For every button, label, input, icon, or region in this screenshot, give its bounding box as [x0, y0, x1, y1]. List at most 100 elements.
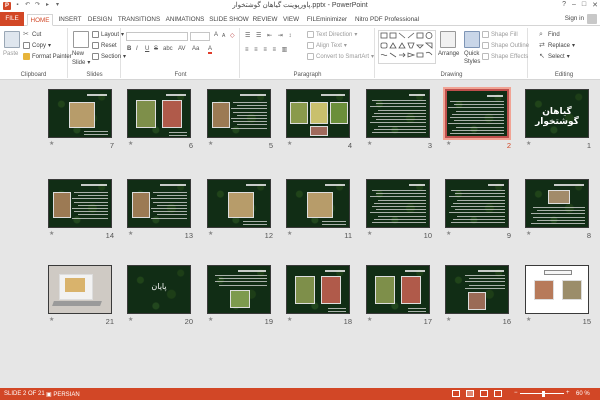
slide-thumbnail-7[interactable] [48, 89, 112, 138]
transition-star-icon[interactable]: ★ [128, 141, 134, 147]
select-button[interactable]: ↖ Select ▾ [539, 53, 570, 60]
new-slide-button[interactable]: New [72, 51, 84, 57]
transition-star-icon[interactable]: ★ [49, 231, 55, 237]
transition-star-icon[interactable]: ★ [128, 317, 134, 323]
slide-thumbnail-8[interactable] [525, 179, 589, 228]
slide-thumbnail-20[interactable]: پایان [127, 265, 191, 314]
slide-thumbnail-16[interactable] [445, 265, 509, 314]
slide-thumbnail-21[interactable] [48, 265, 112, 314]
transition-star-icon[interactable]: ★ [208, 141, 214, 147]
underline-button[interactable]: U [145, 46, 149, 52]
slide-thumbnail-6[interactable] [127, 89, 191, 138]
font-size-select[interactable] [190, 32, 210, 41]
transition-star-icon[interactable]: ★ [526, 141, 532, 147]
transition-star-icon[interactable]: ★ [287, 141, 293, 147]
tab-insert[interactable]: INSERT [57, 14, 83, 26]
slide-thumbnail-13[interactable] [127, 179, 191, 228]
tab-view[interactable]: VIEW [281, 14, 301, 26]
slide-thumbnail-19[interactable] [207, 265, 271, 314]
alignment-icons[interactable]: ≡ ≡ ≡ ≡ ▥ [245, 46, 289, 53]
paste-button[interactable]: Paste [3, 51, 18, 57]
tab-nitro-pdf[interactable]: Nitro PDF Professional [353, 14, 421, 26]
transition-star-icon[interactable]: ★ [526, 317, 532, 323]
zoom-level[interactable]: 60 % [576, 391, 590, 397]
close-button[interactable]: ✕ [592, 1, 598, 9]
slide-thumbnail-9[interactable] [445, 179, 509, 228]
slide-thumbnail-1[interactable]: گیاهان گوشتخوار [525, 89, 589, 138]
transition-star-icon[interactable]: ★ [208, 231, 214, 237]
zoom-slider-handle[interactable] [542, 391, 545, 397]
shrink-font-button[interactable]: A [222, 33, 225, 39]
slide-thumbnail-11[interactable] [286, 179, 350, 228]
slide-thumbnail-12[interactable] [207, 179, 271, 228]
transition-star-icon[interactable]: ★ [367, 317, 373, 323]
slide-thumbnail-5[interactable] [207, 89, 271, 138]
tab-home[interactable]: HOME [27, 14, 53, 26]
grow-font-button[interactable]: A [214, 32, 218, 38]
transition-star-icon[interactable]: ★ [128, 231, 134, 237]
section-button[interactable]: Section ▾ [92, 53, 126, 60]
tab-transitions[interactable]: TRANSITIONS [117, 14, 161, 26]
quick-styles-button[interactable]: Quick [464, 51, 479, 57]
reset-button[interactable]: Reset [92, 42, 117, 49]
normal-view-icon[interactable] [452, 390, 460, 397]
find-button[interactable]: ⌕ Find [539, 31, 560, 38]
new-slide-icon[interactable] [73, 31, 89, 48]
minimize-button[interactable]: – [572, 1, 576, 9]
tab-animations[interactable]: ANIMATIONS [163, 14, 207, 26]
paste-icon[interactable] [4, 31, 20, 48]
new-slide-button-line2[interactable]: Slide ▾ [72, 59, 90, 67]
format-painter-button[interactable]: Format Painter [23, 53, 72, 60]
convert-smartart-button[interactable]: Convert to SmartArt ▾ [307, 53, 374, 60]
transition-star-icon[interactable]: ★ [367, 141, 373, 147]
transition-star-icon[interactable]: ★ [49, 317, 55, 323]
arrange-icon[interactable] [440, 31, 456, 48]
quick-styles-icon[interactable] [464, 31, 480, 48]
transition-star-icon[interactable]: ★ [446, 231, 452, 237]
text-direction-button[interactable]: Text Direction ▾ [307, 31, 357, 38]
transition-star-icon[interactable]: ★ [49, 141, 55, 147]
tab-review[interactable]: REVIEW [251, 14, 279, 26]
shapes-gallery[interactable] [378, 30, 436, 64]
transition-star-icon[interactable]: ★ [287, 231, 293, 237]
character-spacing-button[interactable]: AV [178, 46, 186, 52]
slide-thumbnail-2[interactable] [443, 87, 511, 140]
transition-star-icon[interactable]: ★ [526, 231, 532, 237]
transition-star-icon[interactable]: ★ [208, 317, 214, 323]
strikethrough-button[interactable]: S [154, 46, 158, 52]
slide-thumbnail-14[interactable] [48, 179, 112, 228]
transition-star-icon[interactable]: ★ [446, 141, 452, 147]
help-button[interactable]: ? [562, 1, 566, 9]
tab-design[interactable]: DESIGN [86, 14, 114, 26]
layout-button[interactable]: Layout ▾ [92, 31, 124, 38]
change-case-button[interactable]: Aa [192, 46, 199, 52]
slide-thumbnail-10[interactable] [366, 179, 430, 228]
shape-outline-button[interactable]: Shape Outline [482, 42, 529, 49]
slide-thumbnail-3[interactable] [366, 89, 430, 138]
language-indicator[interactable]: ▣ PERSIAN [46, 391, 80, 398]
font-family-select[interactable] [126, 32, 188, 41]
transition-star-icon[interactable]: ★ [367, 231, 373, 237]
tab-file[interactable]: FILE [0, 12, 24, 26]
shadow-button[interactable]: abc [163, 46, 173, 52]
maximize-button[interactable]: □ [582, 1, 586, 9]
slide-thumbnail-4[interactable] [286, 89, 350, 138]
slide-thumbnail-15[interactable] [525, 265, 589, 314]
italic-button[interactable]: I [136, 46, 138, 52]
copy-button[interactable]: Copy ▾ [23, 42, 51, 49]
avatar[interactable] [587, 14, 597, 24]
bullets-numbering-icons[interactable]: ☰ ☰ ⇤ ⇥ ↕ [245, 32, 293, 39]
reading-view-icon[interactable] [480, 390, 488, 397]
slide-thumbnail-18[interactable] [286, 265, 350, 314]
align-text-button[interactable]: Align Text ▾ [307, 42, 347, 49]
sign-in-link[interactable]: Sign in [565, 15, 584, 22]
zoom-out-button[interactable]: − [514, 390, 518, 396]
tab-slide-show[interactable]: SLIDE SHOW [209, 14, 249, 26]
slide-sorter-view-icon[interactable] [466, 390, 474, 397]
zoom-in-button[interactable]: + [566, 390, 570, 396]
quick-styles-button-line2[interactable]: Styles [464, 59, 480, 65]
cut-button[interactable]: ✂ Cut [23, 31, 41, 38]
transition-star-icon[interactable]: ★ [446, 317, 452, 323]
shape-effects-button[interactable]: Shape Effects [482, 53, 528, 60]
arrange-button[interactable]: Arrange [438, 51, 459, 57]
